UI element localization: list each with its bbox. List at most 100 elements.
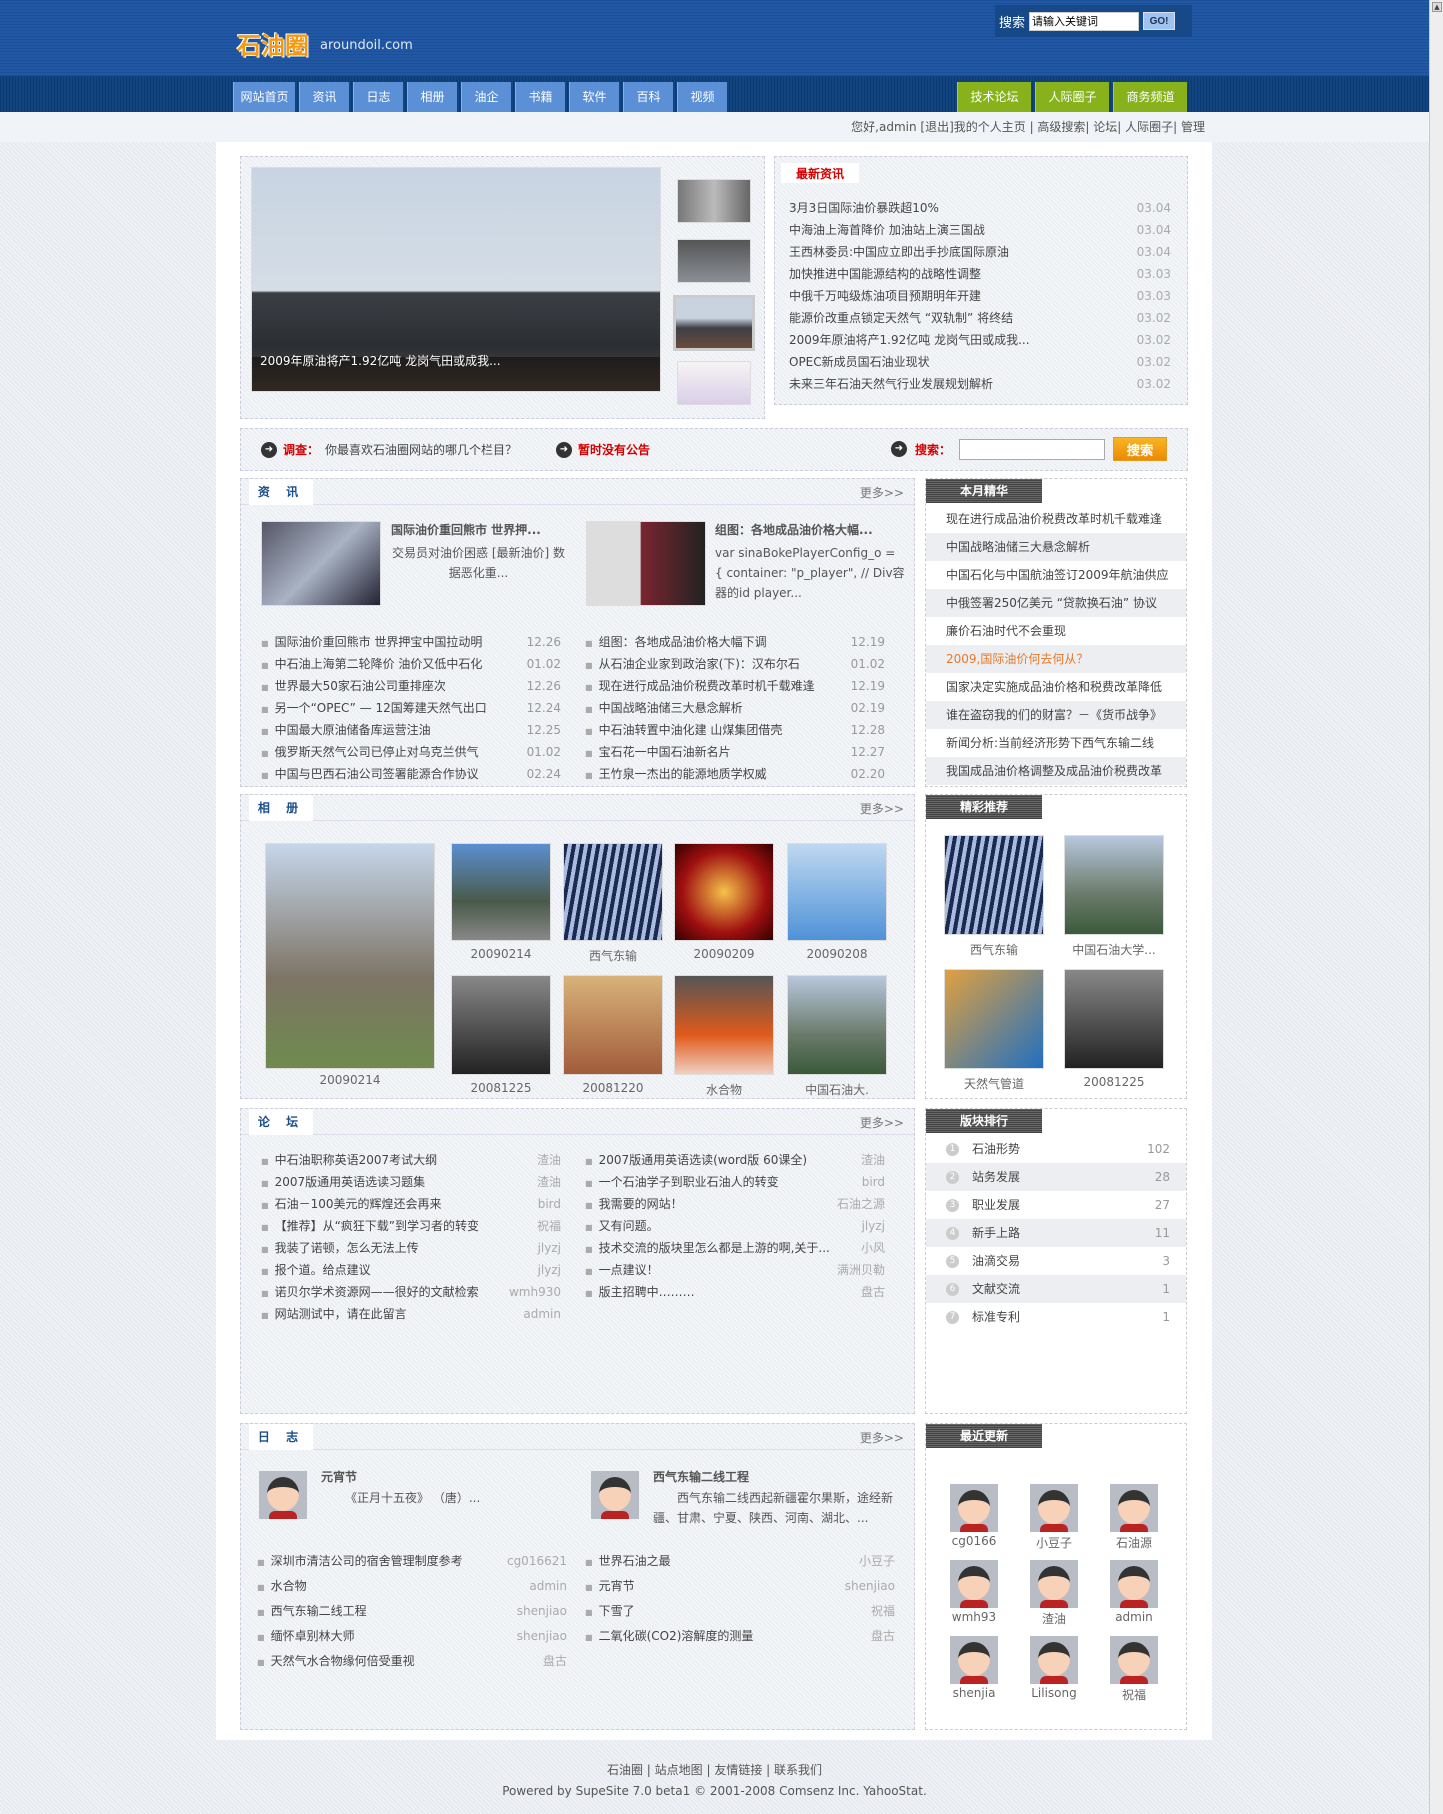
nav-tab[interactable]: 相册 (407, 82, 457, 112)
album-photo[interactable] (563, 975, 663, 1075)
user-name[interactable]: Lilisong (1016, 1686, 1092, 1700)
blog-avatar[interactable] (259, 1471, 307, 1519)
recommend-photo[interactable] (1064, 835, 1164, 935)
user-avatar[interactable] (1030, 1636, 1078, 1684)
item-title[interactable]: 王竹泉一杰出的能源地质学权威 (599, 767, 767, 781)
list-item[interactable]: ■ 国际油价重回熊市 世界押宝中国拉动明 12.26 (261, 631, 561, 653)
nav-tab[interactable]: 网站首页 (233, 82, 295, 112)
album-photo[interactable] (787, 975, 887, 1075)
user-avatar[interactable] (1110, 1484, 1158, 1532)
list-item[interactable]: ■ 我装了诺顿，怎么无法上传 jlyzj (261, 1237, 561, 1259)
item-title[interactable]: 一个石油学子到职业石油人的转变 (599, 1175, 779, 1189)
go-button[interactable]: GO! (1143, 12, 1176, 30)
user-avatar[interactable] (1030, 1560, 1078, 1608)
user-avatar[interactable] (1030, 1484, 1078, 1532)
list-item[interactable]: ■ 报个道。给点建议 jlyzj (261, 1259, 561, 1281)
item-title[interactable]: 2009年原油将产1.92亿吨 龙岗气田或成我... (789, 333, 1030, 347)
user-avatar[interactable] (950, 1484, 998, 1532)
user-avatar[interactable] (1110, 1560, 1158, 1608)
list-item[interactable]: ■ 俄罗斯天然气公司已停止对乌克兰供气 01.02 (261, 741, 561, 763)
item-title[interactable]: 现在进行成品油价税费改革时机千载难逢 (599, 679, 815, 693)
list-item[interactable]: 王西林委员:中国应立即出手抄底国际原油 03.04 (789, 241, 1171, 263)
slide-thumb-active[interactable] (673, 295, 755, 351)
slide-image[interactable]: 2009年原油将产1.92亿吨 龙岗气田或成我... (251, 167, 661, 392)
item-title[interactable]: 中石油上海第二轮降价 油价又低中石化 (275, 657, 483, 671)
list-item[interactable]: ■ 2007版通用英语选读(word版 60课全) 渣油 (585, 1149, 885, 1171)
board-name[interactable]: 职业发展 (972, 1198, 1020, 1212)
list-item[interactable]: 能源价改重点锁定天然气 “双轨制” 将终结 03.02 (789, 307, 1171, 329)
item-title[interactable]: 中国最大原油储备库运营注油 (275, 723, 431, 737)
user-name[interactable]: 渣油 (1016, 1610, 1092, 1627)
list-item[interactable]: ■ 版主招聘中……… 盘古 (585, 1281, 885, 1303)
more-link[interactable]: 更多>> (860, 800, 904, 817)
user-avatar[interactable] (1110, 1636, 1158, 1684)
recommend-photo[interactable] (944, 835, 1044, 935)
user-bar[interactable]: 您好,admin [退出]我的个人主页 | 高级搜索| 论坛| 人际圈子| 管理 (0, 112, 1429, 142)
more-link[interactable]: 更多>> (860, 484, 904, 501)
board-name[interactable]: 站务发展 (972, 1170, 1020, 1184)
item-title[interactable]: 诺贝尔学术资源网——很好的文献检索 (275, 1285, 479, 1299)
album-big-photo[interactable] (265, 843, 435, 1069)
album-photo[interactable] (787, 843, 887, 941)
item-title[interactable]: 从石油企业家到政治家(下)：汉布尔石 (599, 657, 800, 671)
site-search-input[interactable] (959, 438, 1106, 460)
list-item[interactable]: ■ 一个石油学子到职业石油人的转变 bird (585, 1171, 885, 1193)
item-title[interactable]: 国际油价重回熊市 世界押宝中国拉动明 (275, 635, 483, 649)
item-title[interactable]: 二氧化碳(CO2)溶解度的测量 (599, 1629, 754, 1643)
ranking-item[interactable]: 3 职业发展 27 (926, 1191, 1186, 1219)
list-item[interactable]: 加快推进中国能源结构的战略性调整 03.03 (789, 263, 1171, 285)
item-title[interactable]: 中国与巴西石油公司签署能源合作协议 (275, 767, 479, 781)
board-name[interactable]: 标准专利 (972, 1310, 1020, 1324)
slide-thumb[interactable] (677, 179, 751, 223)
monthly-item[interactable]: 新闻分析:当前经济形势下西气东输二线 (926, 729, 1186, 757)
list-item[interactable]: ■ 组图：各地成品油价格大幅下调 12.19 (585, 631, 885, 653)
list-item[interactable]: ■ 宝石花一中国石油新名片 12.27 (585, 741, 885, 763)
user-name[interactable]: 小豆子 (1016, 1534, 1092, 1551)
item-title[interactable]: 一点建议！ (599, 1263, 659, 1277)
list-item[interactable]: ■ 石油－100美元的辉煌还会再来 bird (261, 1193, 561, 1215)
list-item[interactable]: ■ 中国与巴西石油公司签署能源合作协议 02.24 (261, 763, 561, 785)
list-item[interactable]: ■ 一点建议！ 满洲贝勒 (585, 1259, 885, 1281)
user-name[interactable]: 祝福 (1096, 1686, 1172, 1703)
item-title[interactable]: 加快推进中国能源结构的战略性调整 (789, 267, 981, 281)
item-title[interactable]: 世界石油之最 (599, 1554, 671, 1568)
user-name[interactable]: 石油源 (1096, 1534, 1172, 1551)
item-title[interactable]: 天然气水合物缘何倍受重视 (271, 1654, 415, 1668)
item-title[interactable]: 版主招聘中……… (599, 1285, 695, 1299)
board-name[interactable]: 新手上路 (972, 1226, 1020, 1240)
ranking-item[interactable]: 7 标准专利 1 (926, 1303, 1186, 1331)
monthly-item[interactable]: 2009,国际油价何去何从？ (926, 645, 1186, 673)
list-item[interactable]: ■ 从石油企业家到政治家(下)：汉布尔石 01.02 (585, 653, 885, 675)
recommend-photo[interactable] (1064, 969, 1164, 1069)
slide-thumb[interactable] (677, 239, 751, 283)
ranking-item[interactable]: 1 石油形势 102 (926, 1135, 1186, 1163)
list-item[interactable]: ■ 中国最大原油储备库运营注油 12.25 (261, 719, 561, 741)
item-title[interactable]: 我装了诺顿，怎么无法上传 (275, 1241, 419, 1255)
item-title[interactable]: 能源价改重点锁定天然气 “双轨制” 将终结 (789, 311, 1013, 325)
blog-avatar[interactable] (591, 1471, 639, 1519)
item-title[interactable]: 缅怀卓别林大师 (271, 1629, 355, 1643)
list-item[interactable]: ■ 元宵节 shenjiao (585, 1575, 895, 1597)
news-image[interactable] (586, 521, 706, 606)
item-title[interactable]: 中国战略油储三大悬念解析 (599, 701, 743, 715)
news-image[interactable] (261, 521, 381, 606)
ranking-item[interactable]: 4 新手上路 11 (926, 1219, 1186, 1247)
item-title[interactable]: 报个道。给点建议 (275, 1263, 371, 1277)
ranking-item[interactable]: 5 油滴交易 3 (926, 1247, 1186, 1275)
monthly-item[interactable]: 中国战略油储三大悬念解析 (926, 533, 1186, 561)
item-title[interactable]: 我需要的网站！ (599, 1197, 683, 1211)
list-item[interactable]: ■ 二氧化碳(CO2)溶解度的测量 盘古 (585, 1625, 895, 1647)
board-name[interactable]: 油滴交易 (972, 1254, 1020, 1268)
item-title[interactable]: 2007版通用英语选读习题集 (275, 1175, 426, 1189)
monthly-item[interactable]: 国家决定实施成品油价格和税费改革降低 (926, 673, 1186, 701)
nav-channel[interactable]: 人际圈子 (1035, 82, 1109, 112)
monthly-item[interactable]: 谁在盗窃我的们的财富？－《货币战争》 (926, 701, 1186, 729)
list-item[interactable]: ■ 深圳市清洁公司的宿舍管理制度参考 cg016621 (257, 1550, 567, 1572)
search-input[interactable] (1029, 11, 1140, 31)
nav-tab[interactable]: 视频 (677, 82, 727, 112)
nav-tab[interactable]: 资讯 (299, 82, 349, 112)
user-avatar[interactable] (950, 1636, 998, 1684)
user-name[interactable]: shenjia (936, 1686, 1012, 1700)
list-item[interactable]: ■ 我需要的网站！ 石油之源 (585, 1193, 885, 1215)
nav-tab[interactable]: 软件 (569, 82, 619, 112)
